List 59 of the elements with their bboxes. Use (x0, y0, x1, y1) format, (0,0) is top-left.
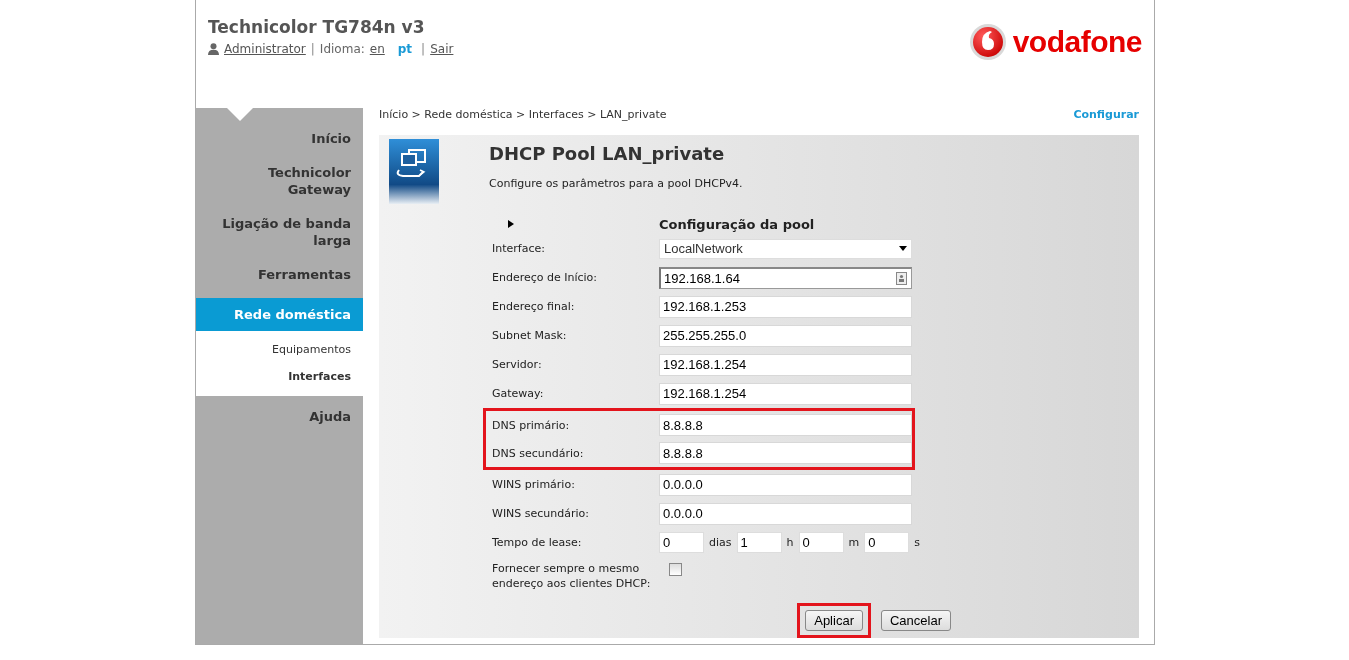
field-label: Servidor: (492, 357, 543, 372)
field-label: Fornecer sempre o mesmo endereço aos clientes DHCP: (492, 561, 652, 591)
language-link[interactable]: en (369, 42, 385, 56)
contact-card-icon (896, 271, 907, 285)
panel-description: Configure os parâmetros para a pool DHCPv4. (489, 177, 744, 190)
notch-icon (227, 108, 253, 121)
number-field[interactable]: 1 (736, 532, 782, 553)
text-field[interactable]: 0.0.0.0 (659, 473, 912, 496)
text-field[interactable]: 8.8.8.8 (659, 442, 912, 464)
subnav-item[interactable]: Equipamentos (196, 336, 363, 363)
unit-label: dias (709, 536, 732, 549)
router-title: Technicolor TG784n v3 (208, 17, 426, 37)
unit-label: s (914, 536, 920, 549)
text-field[interactable]: 192.168.1.253 (659, 295, 912, 318)
text-field[interactable]: 192.168.1.64 (659, 266, 912, 289)
apply-button[interactable]: Aplicar (805, 610, 863, 631)
text-field[interactable]: 0.0.0.0 (659, 502, 912, 525)
dropdown-arrow-icon (899, 246, 907, 251)
nav-item[interactable]: Ligação de banda larga (196, 213, 363, 251)
subnav-item[interactable]: Interfaces (196, 363, 363, 390)
field-label: Endereço de Início: (492, 270, 599, 285)
separator: | (421, 42, 426, 56)
network-icon (389, 139, 439, 204)
section-title: Configuração da pool (659, 216, 815, 232)
nav-item[interactable]: Ferramentas (196, 264, 363, 285)
user-link[interactable]: Administrator (224, 42, 306, 56)
nav-item[interactable]: Início (196, 128, 363, 149)
logout-link[interactable]: Sair (430, 42, 454, 56)
nav-item[interactable]: Ajuda (196, 406, 363, 427)
language-label: Idioma: (319, 42, 365, 56)
number-field[interactable]: 0 (798, 532, 844, 553)
text-field[interactable]: 192.168.1.254 (659, 382, 912, 405)
field-label: DNS secundário: (492, 445, 585, 461)
field-label: Endereço final: (492, 299, 576, 314)
breadcrumb: Início > Rede doméstica > Interfaces > LAN_private (379, 108, 667, 121)
field-label: Tempo de lease: (492, 535, 583, 550)
user-icon (208, 43, 219, 55)
text-field[interactable]: 192.168.1.254 (659, 353, 912, 376)
field-label: Subnet Mask: (492, 328, 568, 343)
checkbox[interactable] (669, 563, 682, 576)
nav-item[interactable]: Technicolor Gateway (196, 162, 363, 200)
separator: | (310, 42, 315, 56)
field-label: WINS primário: (492, 477, 576, 492)
interface-dropdown[interactable]: LocalNetwork (659, 238, 912, 259)
text-field[interactable]: 255.255.255.0 (659, 324, 912, 347)
panel-title: DHCP Pool LAN_private (489, 143, 726, 165)
field-label: Interface: (492, 241, 546, 256)
number-field[interactable]: 0 (864, 532, 910, 553)
number-field[interactable]: 0 (659, 532, 704, 553)
unit-label: h (786, 536, 794, 549)
field-label: WINS secundário: (492, 506, 591, 521)
field-label: Gateway: (492, 386, 545, 401)
field-label: DNS primário: (492, 417, 571, 433)
logo-icon (968, 23, 1007, 61)
unit-label: m (848, 536, 860, 549)
cancel-button[interactable]: Cancelar (880, 610, 951, 631)
text-field[interactable]: 8.8.8.8 (659, 414, 912, 436)
logo-text: vodafone (1012, 25, 1142, 59)
expand-arrow-icon[interactable] (508, 220, 514, 228)
